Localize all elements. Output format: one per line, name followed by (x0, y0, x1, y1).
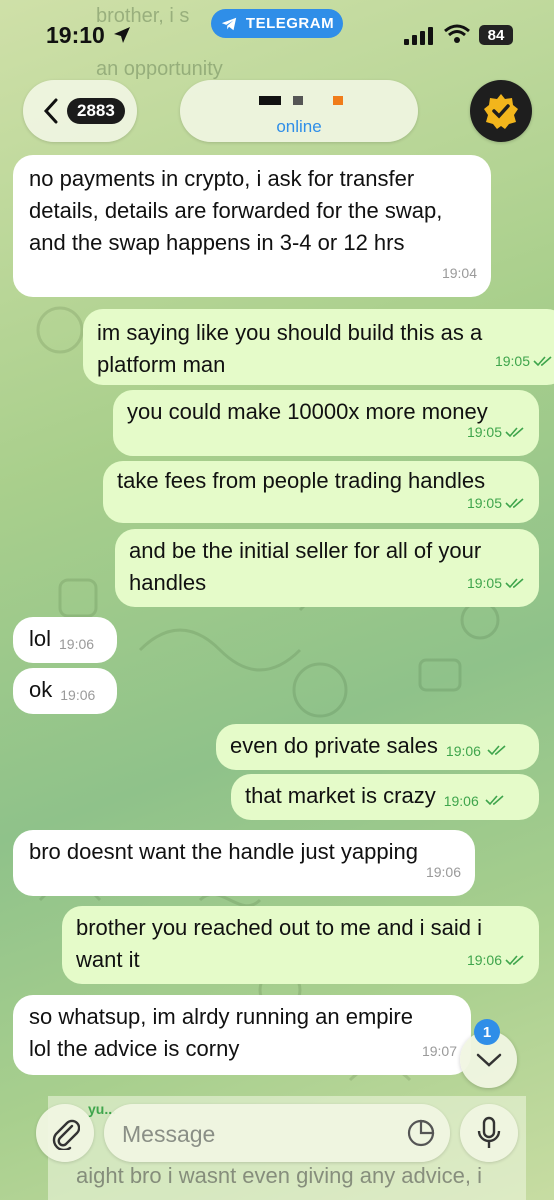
message-text: that market is crazy (245, 783, 436, 808)
message-bubble-outgoing[interactable]: you could make 10000x more money 19:05 (113, 390, 539, 456)
wifi-icon (444, 24, 470, 43)
message-time: 19:05 (466, 575, 502, 591)
telegram-plane-icon (221, 17, 237, 30)
double-check-icon (485, 795, 504, 806)
avatar[interactable] (470, 80, 532, 142)
paperclip-icon (52, 1119, 80, 1150)
chevron-left-icon (43, 98, 58, 124)
message-time: 19:05 (466, 495, 502, 511)
message-text: ok (29, 677, 53, 702)
message-time: 19:04 (441, 265, 477, 281)
status-time: 19:10 (46, 22, 105, 48)
status-bar: 19:10 TELEGRAM 84 (0, 0, 554, 70)
message-time: 19:06 (425, 864, 461, 880)
double-check-icon (505, 955, 524, 966)
redacted-name-block (333, 96, 343, 105)
telegram-return-pill[interactable]: TELEGRAM (211, 9, 343, 38)
back-button[interactable]: 2883 (23, 80, 137, 142)
message-bubble-outgoing[interactable]: take fees from people trading handles 19… (103, 461, 539, 523)
message-time: 19:07 (421, 1043, 457, 1059)
message-time: 19:05 (494, 353, 530, 369)
message-bubble-incoming[interactable]: no payments in crypto, i ask for transfe… (13, 155, 491, 297)
attach-button[interactable] (36, 1104, 94, 1162)
chat-status: online (276, 117, 322, 136)
message-bubble-outgoing[interactable]: even do private sales 19:06 (216, 724, 539, 770)
message-bubble-incoming[interactable]: bro doesnt want the handle just yapping … (13, 830, 475, 896)
message-text: take fees from people trading handles (117, 468, 486, 493)
message-composer (104, 1104, 450, 1162)
message-text: so whatsup, im alrdy running an empire l… (29, 1004, 413, 1061)
message-text: im saying like you should build this as … (97, 320, 483, 377)
message-bubble-outgoing[interactable]: that market is crazy 19:06 (231, 774, 539, 820)
voice-record-button[interactable] (460, 1104, 518, 1162)
message-time: 19:06 (60, 687, 96, 703)
message-text: bro doesnt want the handle just yapping (29, 839, 418, 864)
unread-mentions-badge: 1 (474, 1019, 500, 1045)
message-bubble-incoming[interactable]: ok 19:06 (13, 668, 117, 714)
chevron-down-icon (476, 1053, 501, 1067)
message-time: 19:06 (466, 952, 502, 968)
sticker-icon[interactable] (406, 1118, 436, 1148)
message-bubble-incoming[interactable]: lol 19:06 (13, 617, 117, 663)
message-text: lol (29, 626, 52, 651)
background-message-peek: aight bro i wasnt even giving any advice… (76, 1163, 483, 1188)
message-bubble-outgoing[interactable]: im saying like you should build this as … (83, 309, 554, 385)
message-input[interactable] (120, 1118, 394, 1150)
battery-indicator: 84 (479, 25, 513, 45)
message-text: even do private sales (230, 733, 438, 758)
message-time: 19:06 (59, 636, 95, 652)
message-bubble-outgoing[interactable]: and be the initial seller for all of you… (115, 529, 539, 607)
message-text: you could make 10000x more money (127, 399, 488, 424)
microphone-icon (477, 1116, 501, 1148)
location-arrow-icon (114, 27, 130, 43)
double-check-icon (505, 427, 524, 438)
telegram-pill-label: TELEGRAM (245, 15, 335, 32)
message-time: 19:06 (443, 793, 479, 809)
double-check-icon (505, 578, 524, 589)
message-time: 19:06 (445, 743, 481, 759)
message-text: and be the initial seller for all of you… (129, 538, 482, 595)
double-check-icon (487, 745, 506, 756)
message-text: brother you reached out to me and i said… (76, 915, 483, 972)
verified-badge-icon (484, 94, 518, 129)
message-time: 19:05 (466, 424, 502, 440)
cellular-signal-icon (404, 27, 433, 45)
redacted-name-block (293, 96, 303, 105)
double-check-icon (505, 498, 524, 509)
unread-count-badge: 2883 (67, 98, 125, 124)
message-bubble-incoming[interactable]: so whatsup, im alrdy running an empire l… (13, 995, 471, 1075)
double-check-icon (533, 356, 552, 367)
redacted-name-block (259, 96, 281, 105)
message-bubble-outgoing[interactable]: brother you reached out to me and i said… (62, 906, 539, 984)
message-text: no payments in crypto, i ask for transfe… (29, 166, 443, 255)
